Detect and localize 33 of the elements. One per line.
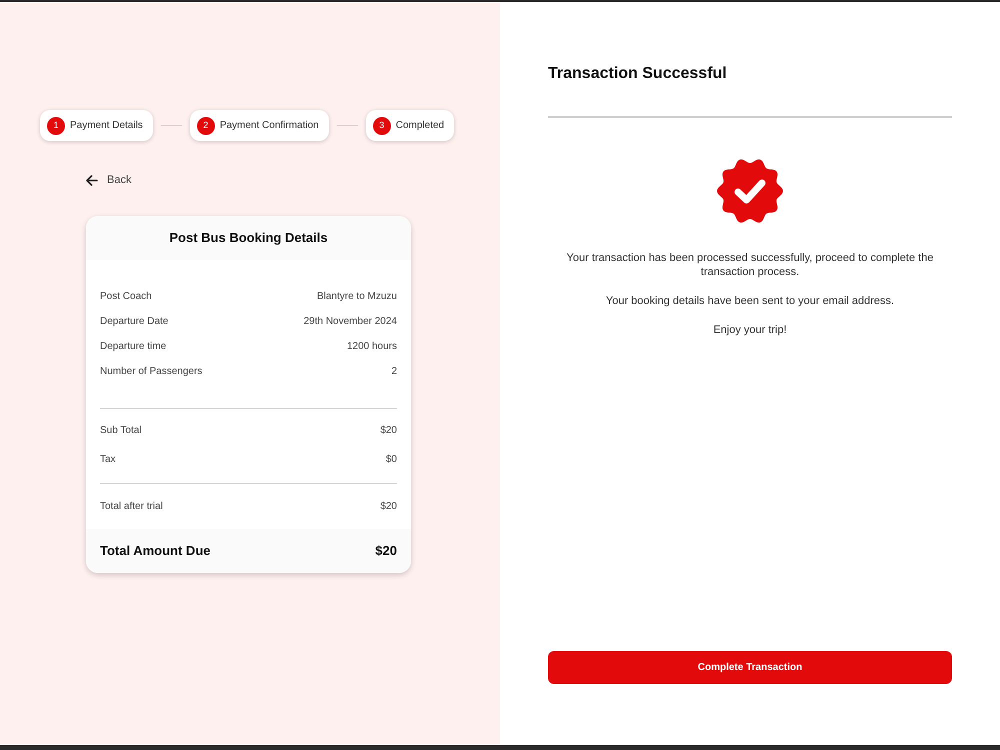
detail-label: Sub Total	[100, 424, 142, 438]
step-number: 1	[47, 116, 65, 134]
step-connector	[160, 125, 182, 126]
step-label: Payment Confirmation	[220, 119, 319, 133]
complete-transaction-button[interactable]: Complete Transaction	[548, 651, 952, 684]
detail-value: 2	[391, 365, 397, 379]
step-number: 2	[196, 116, 215, 134]
detail-value: Blantyre to Mzuzu	[316, 290, 397, 304]
detail-value: $20	[380, 424, 397, 438]
detail-value: 1200 hours	[346, 340, 397, 354]
detail-label: Departure Date	[100, 315, 168, 329]
detail-label: Departure time	[100, 340, 166, 354]
detail-value: $0	[386, 453, 397, 467]
step-connector	[336, 125, 358, 126]
detail-value: $20	[380, 500, 397, 514]
total-due-label: Total Amount Due	[100, 542, 210, 560]
detail-value: 29th November 2024	[304, 315, 397, 329]
panel-title: Transaction Successful	[548, 64, 728, 84]
step-number: 3	[372, 116, 391, 134]
detail-label: Post Coach	[100, 290, 152, 304]
check-badge-icon	[717, 158, 783, 224]
step-label: Payment Details	[70, 119, 143, 133]
detail-label: Total after trial	[100, 500, 163, 514]
message-text: Enjoy your trip!	[712, 323, 788, 337]
detail-label: Number of Passengers	[100, 365, 202, 379]
arrow-left-icon	[86, 174, 98, 186]
back-link[interactable]: Back	[86, 172, 132, 188]
card-title: Post Bus Booking Details	[169, 229, 328, 248]
detail-label: Tax	[100, 453, 116, 467]
step-label: Completed	[396, 119, 444, 133]
message-text: Your booking details have been sent to your email address.	[604, 294, 896, 308]
message-text: Your transaction has been processed successfully, proceed to complete the transaction process.	[566, 251, 934, 279]
total-due-value: $20	[375, 542, 397, 560]
